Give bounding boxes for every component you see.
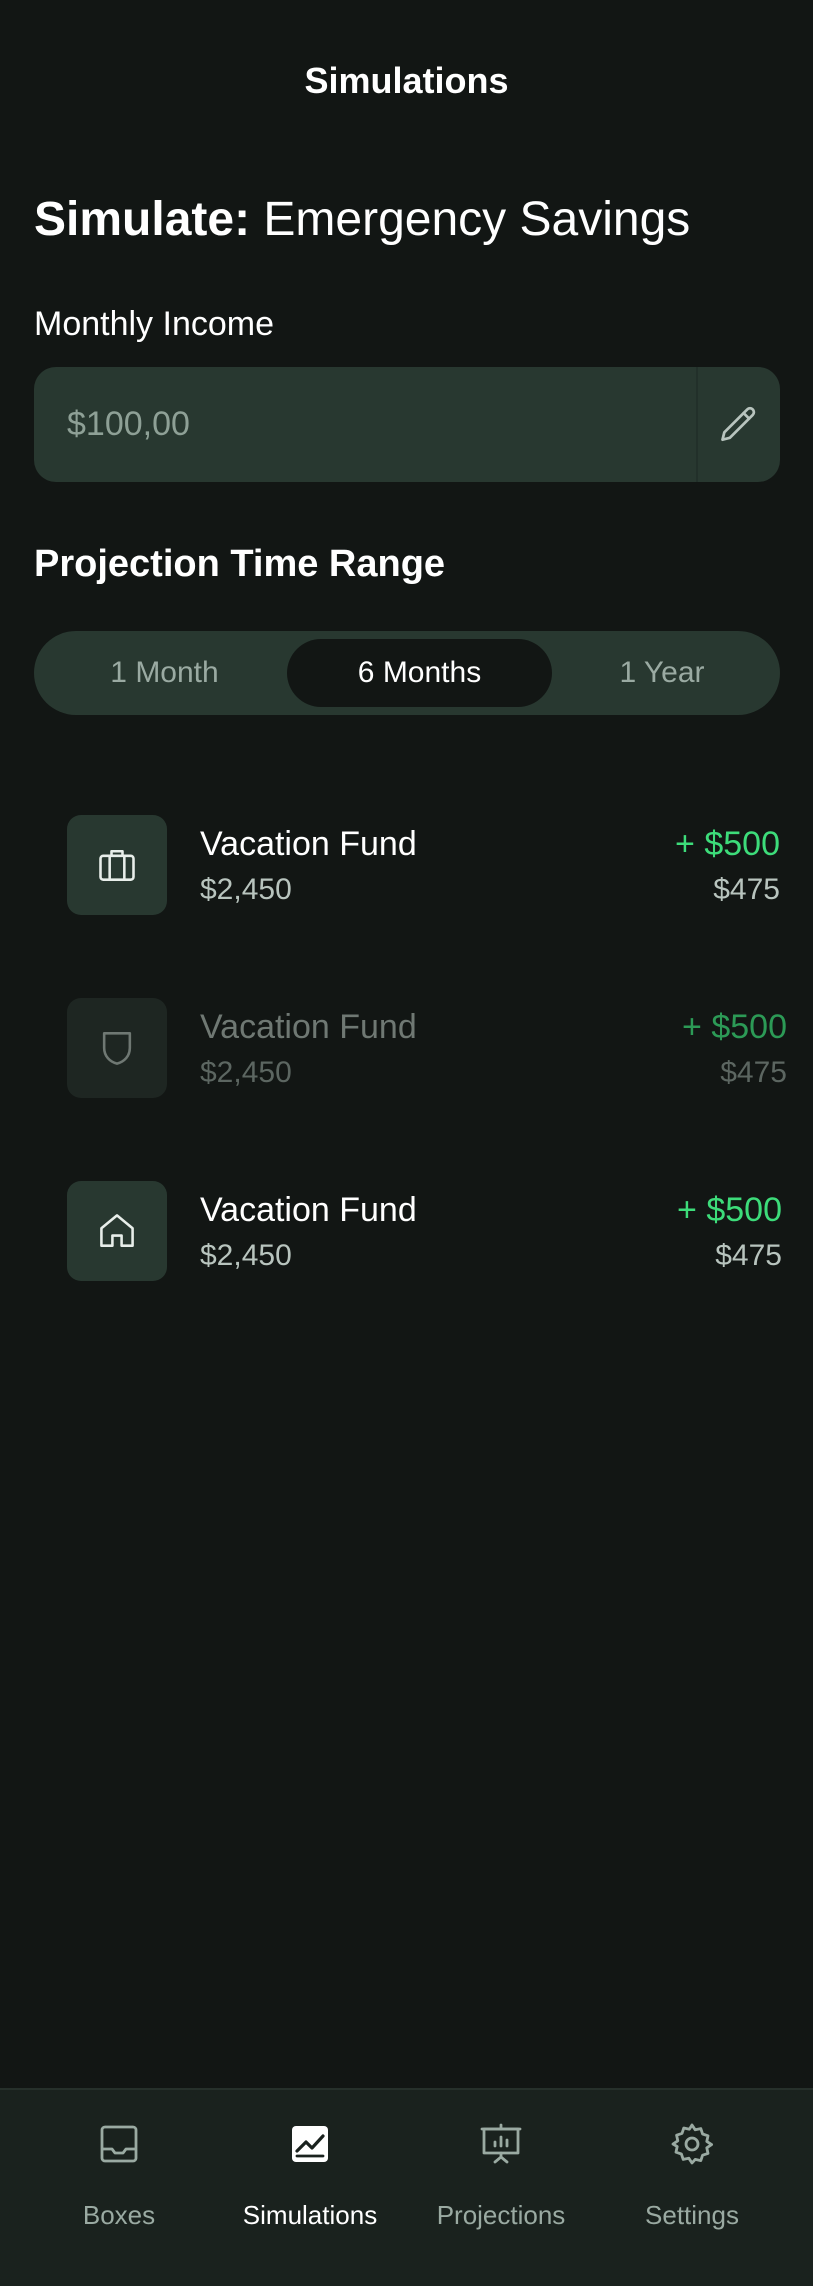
monthly-income-label: Monthly Income bbox=[34, 305, 274, 343]
tab-label: Simulations bbox=[242, 2200, 378, 2230]
monthly-income-input[interactable] bbox=[34, 367, 694, 482]
tab-label: Boxes bbox=[82, 2200, 156, 2230]
tab-label: Projections bbox=[436, 2200, 566, 2230]
box-row[interactable]: Vacation Fund $2,450 + $500 $475 bbox=[0, 1181, 813, 1291]
box-balance: $2,450 bbox=[200, 1056, 292, 1089]
box-amount: $475 bbox=[715, 1239, 782, 1272]
tab-simulations[interactable]: Simulations bbox=[215, 2090, 405, 2286]
tab-boxes[interactable]: Boxes bbox=[24, 2090, 214, 2286]
range-option-1-year[interactable]: 1 Year bbox=[552, 639, 772, 707]
box-delta: + $500 bbox=[682, 1008, 787, 1046]
bottom-tab-bar: Boxes Simulations Projections Settings bbox=[0, 2088, 813, 2286]
tab-settings[interactable]: Settings bbox=[597, 2090, 787, 2286]
tab-projections[interactable]: Projections bbox=[406, 2090, 596, 2286]
box-icon-container bbox=[67, 998, 167, 1098]
chart-icon bbox=[292, 2126, 328, 2162]
inbox-icon bbox=[100, 2125, 138, 2163]
page-title: Simulations bbox=[304, 60, 509, 101]
box-delta: + $500 bbox=[675, 825, 780, 863]
box-title: Vacation Fund bbox=[200, 1008, 417, 1046]
pencil-icon bbox=[721, 406, 756, 441]
box-delta: + $500 bbox=[677, 1191, 782, 1229]
box-balance: $2,450 bbox=[200, 873, 292, 906]
monthly-income-field bbox=[34, 367, 780, 482]
box-row[interactable]: Vacation Fund $2,450 + $500 $475 bbox=[0, 998, 813, 1108]
range-option-6-months[interactable]: 6 Months bbox=[287, 639, 552, 707]
simulation-title-label: Simulate: bbox=[34, 193, 251, 246]
box-icon-container bbox=[67, 815, 167, 915]
simulation-title: Simulate: Emergency Savings bbox=[34, 192, 690, 247]
home-icon bbox=[100, 1214, 134, 1247]
gear-icon bbox=[671, 2123, 713, 2165]
range-option-1-month[interactable]: 1 Month bbox=[42, 639, 287, 707]
box-balance: $2,450 bbox=[200, 1239, 292, 1272]
presentation-icon bbox=[480, 2123, 522, 2164]
box-title: Vacation Fund bbox=[200, 1191, 417, 1229]
briefcase-icon bbox=[99, 849, 135, 881]
edit-income-button[interactable] bbox=[698, 367, 780, 482]
projection-range-heading: Projection Time Range bbox=[34, 543, 446, 585]
box-amount: $475 bbox=[713, 873, 780, 906]
box-icon-container bbox=[67, 1181, 167, 1281]
projection-range-selector: 1 Month 6 Months 1 Year bbox=[34, 631, 780, 715]
tab-label: Settings bbox=[645, 2200, 739, 2230]
shield-icon bbox=[102, 1032, 132, 1065]
box-row[interactable]: Vacation Fund $2,450 + $500 $475 bbox=[0, 815, 813, 925]
simulation-title-name: Emergency Savings bbox=[263, 193, 691, 246]
box-amount: $475 bbox=[720, 1056, 787, 1089]
box-title: Vacation Fund bbox=[200, 825, 417, 863]
